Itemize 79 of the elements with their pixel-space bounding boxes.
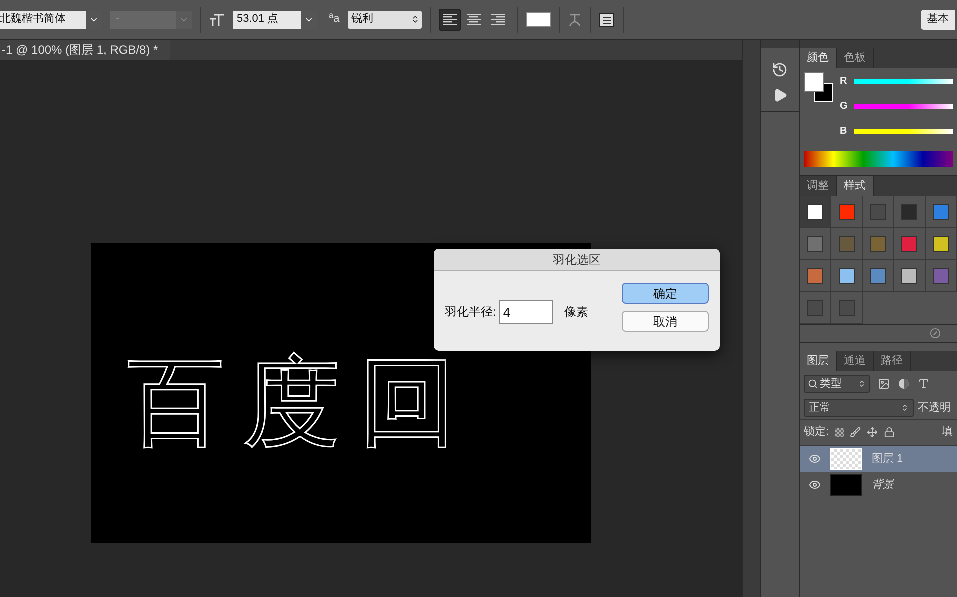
align-center-icon bbox=[466, 14, 481, 26]
panel-tab[interactable]: 样式 bbox=[837, 176, 874, 196]
dialog-title: 羽化选区 bbox=[434, 249, 720, 271]
style-swatch[interactable] bbox=[862, 228, 894, 260]
play-icon[interactable] bbox=[772, 88, 788, 103]
channel-label: R bbox=[840, 75, 848, 89]
style-swatch[interactable] bbox=[800, 196, 832, 228]
channel-slider[interactable] bbox=[854, 129, 953, 134]
layer-thumbnail bbox=[830, 474, 862, 496]
image-filter-icon[interactable] bbox=[878, 378, 890, 390]
channel-slider[interactable] bbox=[854, 104, 953, 109]
align-left-icon bbox=[442, 14, 457, 26]
dialog-button[interactable]: 取消 bbox=[622, 311, 709, 332]
panel-tab[interactable]: 通道 bbox=[837, 351, 874, 371]
half-circle-icon[interactable] bbox=[898, 378, 910, 390]
style-swatch[interactable] bbox=[894, 260, 926, 292]
blend-mode-dropdown[interactable]: 正常 bbox=[804, 399, 914, 417]
no-symbol-icon[interactable] bbox=[930, 328, 941, 339]
eye-icon[interactable] bbox=[809, 453, 821, 465]
channel-label: B bbox=[840, 125, 848, 139]
panel-tab[interactable]: 色板 bbox=[837, 48, 874, 68]
dialog-button[interactable]: 确定 bbox=[622, 283, 709, 304]
font-family-dropdown[interactable]: 北魏楷书简体 bbox=[0, 10, 102, 28]
channel-slider[interactable] bbox=[854, 79, 953, 84]
color-spectrum[interactable] bbox=[804, 151, 953, 167]
stepper-icon bbox=[410, 15, 420, 24]
dock-header-bar bbox=[761, 40, 799, 48]
radius-input[interactable]: 4 bbox=[499, 300, 554, 324]
eye-icon[interactable] bbox=[809, 479, 821, 491]
lock-transparency-icon[interactable] bbox=[835, 428, 844, 437]
antialias-icon: $^{a}$a bbox=[329, 11, 340, 28]
panel-tab[interactable]: 图层 bbox=[800, 351, 837, 371]
text-color-swatch[interactable] bbox=[526, 12, 551, 27]
style-swatch[interactable] bbox=[862, 260, 894, 292]
filter-dropdown[interactable]: 类型 bbox=[804, 375, 870, 393]
style-swatch[interactable] bbox=[831, 292, 863, 324]
font-size-dropdown[interactable]: 53.01 点 bbox=[233, 10, 317, 28]
layer-row[interactable]: 背景 bbox=[800, 472, 957, 498]
radius-label: 羽化半径: bbox=[445, 304, 496, 321]
style-swatch[interactable] bbox=[894, 196, 926, 228]
color-swatches-icon[interactable] bbox=[804, 72, 834, 102]
style-swatch[interactable] bbox=[800, 228, 832, 260]
font-size-icon bbox=[209, 12, 225, 26]
style-swatch[interactable] bbox=[926, 260, 957, 292]
layer-name: 背景 bbox=[872, 478, 894, 493]
style-swatch[interactable] bbox=[894, 228, 926, 260]
channel-label: G bbox=[840, 100, 848, 114]
document-tab[interactable]: -1 @ 100% (图层 1, RGB/8) * bbox=[0, 40, 170, 60]
search-icon bbox=[808, 379, 818, 389]
workspace-button[interactable]: 基本 bbox=[921, 10, 955, 30]
antialias-dropdown[interactable]: 锐利 bbox=[348, 10, 422, 28]
layer-name: 图层 1 bbox=[872, 452, 904, 467]
lock-icon[interactable] bbox=[884, 427, 896, 438]
fill-label: 填 bbox=[942, 425, 953, 440]
history-icon[interactable] bbox=[772, 62, 788, 78]
panel-toggle-icon[interactable] bbox=[598, 12, 615, 28]
panel-tab[interactable]: 路径 bbox=[874, 351, 911, 371]
style-swatch[interactable] bbox=[800, 260, 832, 292]
type-filter-icon[interactable] bbox=[918, 378, 930, 390]
warp-text-icon[interactable] bbox=[568, 12, 582, 28]
style-swatch[interactable] bbox=[831, 196, 863, 228]
brush-icon[interactable] bbox=[850, 427, 862, 438]
style-swatch[interactable] bbox=[862, 196, 894, 228]
style-swatch[interactable] bbox=[926, 228, 957, 260]
style-swatch[interactable] bbox=[831, 228, 863, 260]
align-button[interactable] bbox=[438, 8, 461, 30]
align-right-icon bbox=[490, 14, 505, 26]
selection-outline-text: 百度回 bbox=[127, 344, 475, 462]
unit-label: 像素 bbox=[564, 304, 588, 321]
lock-label: 锁定: bbox=[804, 424, 830, 440]
move-icon[interactable] bbox=[867, 427, 878, 438]
stepper-icon bbox=[901, 404, 909, 412]
style-swatch[interactable] bbox=[831, 260, 863, 292]
layer-thumbnail bbox=[830, 448, 862, 470]
stepper-icon bbox=[858, 380, 866, 388]
style-swatch[interactable] bbox=[800, 292, 832, 324]
panel-tab[interactable]: 颜色 bbox=[800, 48, 837, 68]
opacity-label: 不透明 bbox=[918, 400, 951, 416]
style-swatch[interactable] bbox=[926, 196, 957, 228]
